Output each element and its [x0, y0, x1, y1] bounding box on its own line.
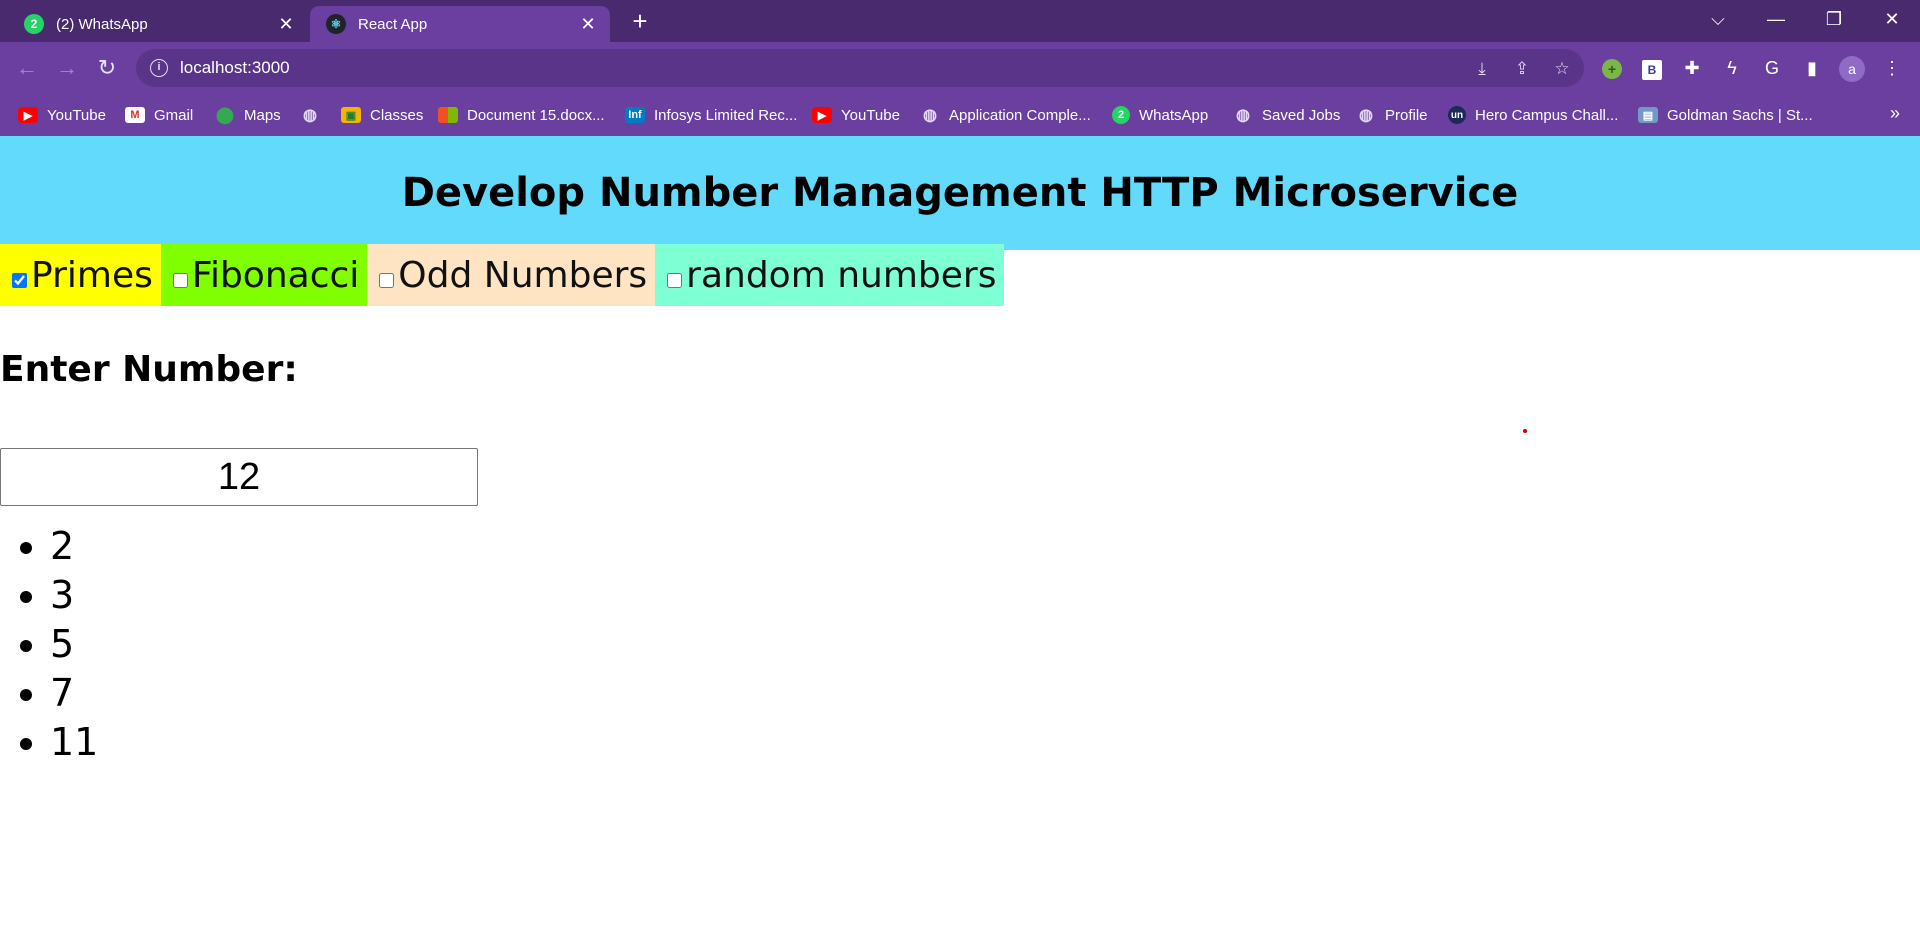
- goldman-sachs-icon: ▤: [1638, 107, 1658, 123]
- site-info-icon[interactable]: i: [150, 59, 168, 77]
- infosys-icon: Inf: [625, 107, 645, 123]
- browser-toolbar: ← → ↻ i ⤓ ⇪ ☆ + B ✚ ϟ G ▮ a ⋮: [0, 42, 1920, 94]
- share-icon[interactable]: ⇪: [1510, 57, 1534, 81]
- page-content: Develop Number Management HTTP Microserv…: [0, 136, 1920, 952]
- bookmark-document[interactable]: Document 15.docx...: [438, 103, 605, 127]
- bookmark-saved-jobs[interactable]: ◍ Saved Jobs: [1233, 103, 1340, 127]
- new-tab-button[interactable]: +: [624, 6, 656, 38]
- globe-icon: ◍: [303, 107, 317, 124]
- list-item: 3: [50, 571, 98, 620]
- microsoft-icon: [438, 107, 458, 123]
- cursor-dot: [1523, 429, 1527, 433]
- results-list: 2 3 5 7 11: [0, 522, 98, 767]
- gmail-icon: M: [125, 107, 145, 123]
- odd-numbers-checkbox[interactable]: [379, 272, 395, 288]
- bookmark-maps[interactable]: ⬤ Maps: [215, 103, 281, 127]
- list-item: 2: [50, 522, 98, 571]
- side-panel-icon[interactable]: ▮: [1798, 54, 1826, 82]
- url-input[interactable]: [178, 53, 1078, 83]
- bookmarks-overflow-button[interactable]: »: [1890, 103, 1900, 124]
- classroom-icon: ▣: [341, 107, 361, 123]
- whatsapp-icon: 2: [24, 14, 44, 34]
- react-icon: ⚛: [326, 14, 346, 34]
- fibonacci-checkbox[interactable]: [172, 272, 188, 288]
- bookmark-hero-campus[interactable]: un Hero Campus Chall...: [1448, 103, 1618, 127]
- address-bar[interactable]: i ⤓ ⇪ ☆: [136, 49, 1584, 87]
- whatsapp-icon: 2: [1112, 106, 1130, 124]
- reload-icon[interactable]: ↻: [91, 52, 123, 84]
- restore-button[interactable]: ❐: [1806, 0, 1862, 40]
- tab-title: (2) WhatsApp: [56, 15, 148, 33]
- bookmark-gmail[interactable]: M Gmail: [125, 103, 193, 127]
- forward-arrow-icon[interactable]: →: [51, 52, 83, 84]
- maps-icon: ⬤: [216, 107, 234, 124]
- close-icon[interactable]: ✕: [578, 14, 598, 34]
- bookmark-youtube-2[interactable]: ▶ YouTube: [812, 103, 900, 127]
- bookmark-globe[interactable]: ◍: [300, 103, 329, 127]
- page-title: Develop Number Management HTTP Microserv…: [401, 170, 1519, 216]
- install-app-icon[interactable]: ⤓: [1470, 57, 1494, 81]
- window-close-button[interactable]: ✕: [1864, 0, 1920, 40]
- number-input[interactable]: [0, 448, 478, 506]
- enter-number-label: Enter Number:: [0, 349, 298, 390]
- tab-react-app[interactable]: ⚛ React App ✕: [310, 6, 610, 42]
- back-arrow-icon[interactable]: ←: [11, 52, 43, 84]
- grammarly-icon[interactable]: G: [1758, 54, 1786, 82]
- youtube-icon: ▶: [812, 107, 832, 123]
- tab-strip: 2 (2) WhatsApp ✕ ⚛ React App ✕ + ⌵ — ❐ ✕: [0, 0, 1920, 42]
- list-item: 7: [50, 669, 98, 718]
- bookmark-profile[interactable]: ◍ Profile: [1356, 103, 1428, 127]
- filter-bar: Primes Fibonacci Odd Numbers random numb…: [0, 244, 1005, 306]
- globe-icon: ◍: [1236, 107, 1250, 124]
- unstop-icon: un: [1448, 106, 1466, 124]
- filter-fibonacci[interactable]: Fibonacci: [160, 244, 368, 306]
- extensions-puzzle-icon[interactable]: ✚: [1678, 54, 1706, 82]
- bookmark-application[interactable]: ◍ Application Comple...: [920, 103, 1091, 127]
- bookmark-infosys[interactable]: Inf Infosys Limited Rec...: [625, 103, 797, 127]
- extension-bolt-icon[interactable]: ϟ: [1718, 54, 1746, 82]
- globe-icon: ◍: [1359, 107, 1373, 124]
- filter-random-numbers[interactable]: random numbers: [655, 244, 1005, 306]
- tab-whatsapp[interactable]: 2 (2) WhatsApp ✕: [8, 6, 308, 42]
- extension-green-icon[interactable]: +: [1598, 54, 1626, 82]
- minimize-button[interactable]: —: [1748, 0, 1804, 40]
- menu-kebab-icon[interactable]: ⋮: [1878, 54, 1906, 82]
- close-icon[interactable]: ✕: [276, 14, 296, 34]
- list-item: 11: [50, 718, 98, 767]
- filter-odd-numbers[interactable]: Odd Numbers: [367, 244, 656, 306]
- bookmark-whatsapp[interactable]: 2 WhatsApp: [1112, 103, 1208, 127]
- filter-primes[interactable]: Primes: [0, 244, 161, 306]
- globe-icon: ◍: [923, 107, 937, 124]
- bookmark-classes[interactable]: ▣ Classes: [341, 103, 423, 127]
- tab-search-icon[interactable]: ⌵: [1690, 0, 1746, 40]
- bookmark-goldman-sachs[interactable]: ▤ Goldman Sachs | St...: [1638, 103, 1813, 127]
- youtube-icon: ▶: [18, 107, 38, 123]
- list-item: 5: [50, 620, 98, 669]
- bookmarks-bar: ▶ YouTube M Gmail ⬤ Maps ◍ ▣ Classes Documen…: [0, 94, 1920, 136]
- bookmark-youtube[interactable]: ▶ YouTube: [18, 103, 106, 127]
- tab-title: React App: [358, 15, 428, 33]
- random-numbers-checkbox[interactable]: [667, 272, 683, 288]
- primes-checkbox[interactable]: [12, 272, 27, 288]
- profile-avatar[interactable]: a: [1838, 54, 1866, 82]
- bookmark-star-icon[interactable]: ☆: [1550, 57, 1574, 81]
- app-header: Develop Number Management HTTP Microserv…: [0, 136, 1920, 250]
- extension-b-icon[interactable]: B: [1638, 54, 1666, 82]
